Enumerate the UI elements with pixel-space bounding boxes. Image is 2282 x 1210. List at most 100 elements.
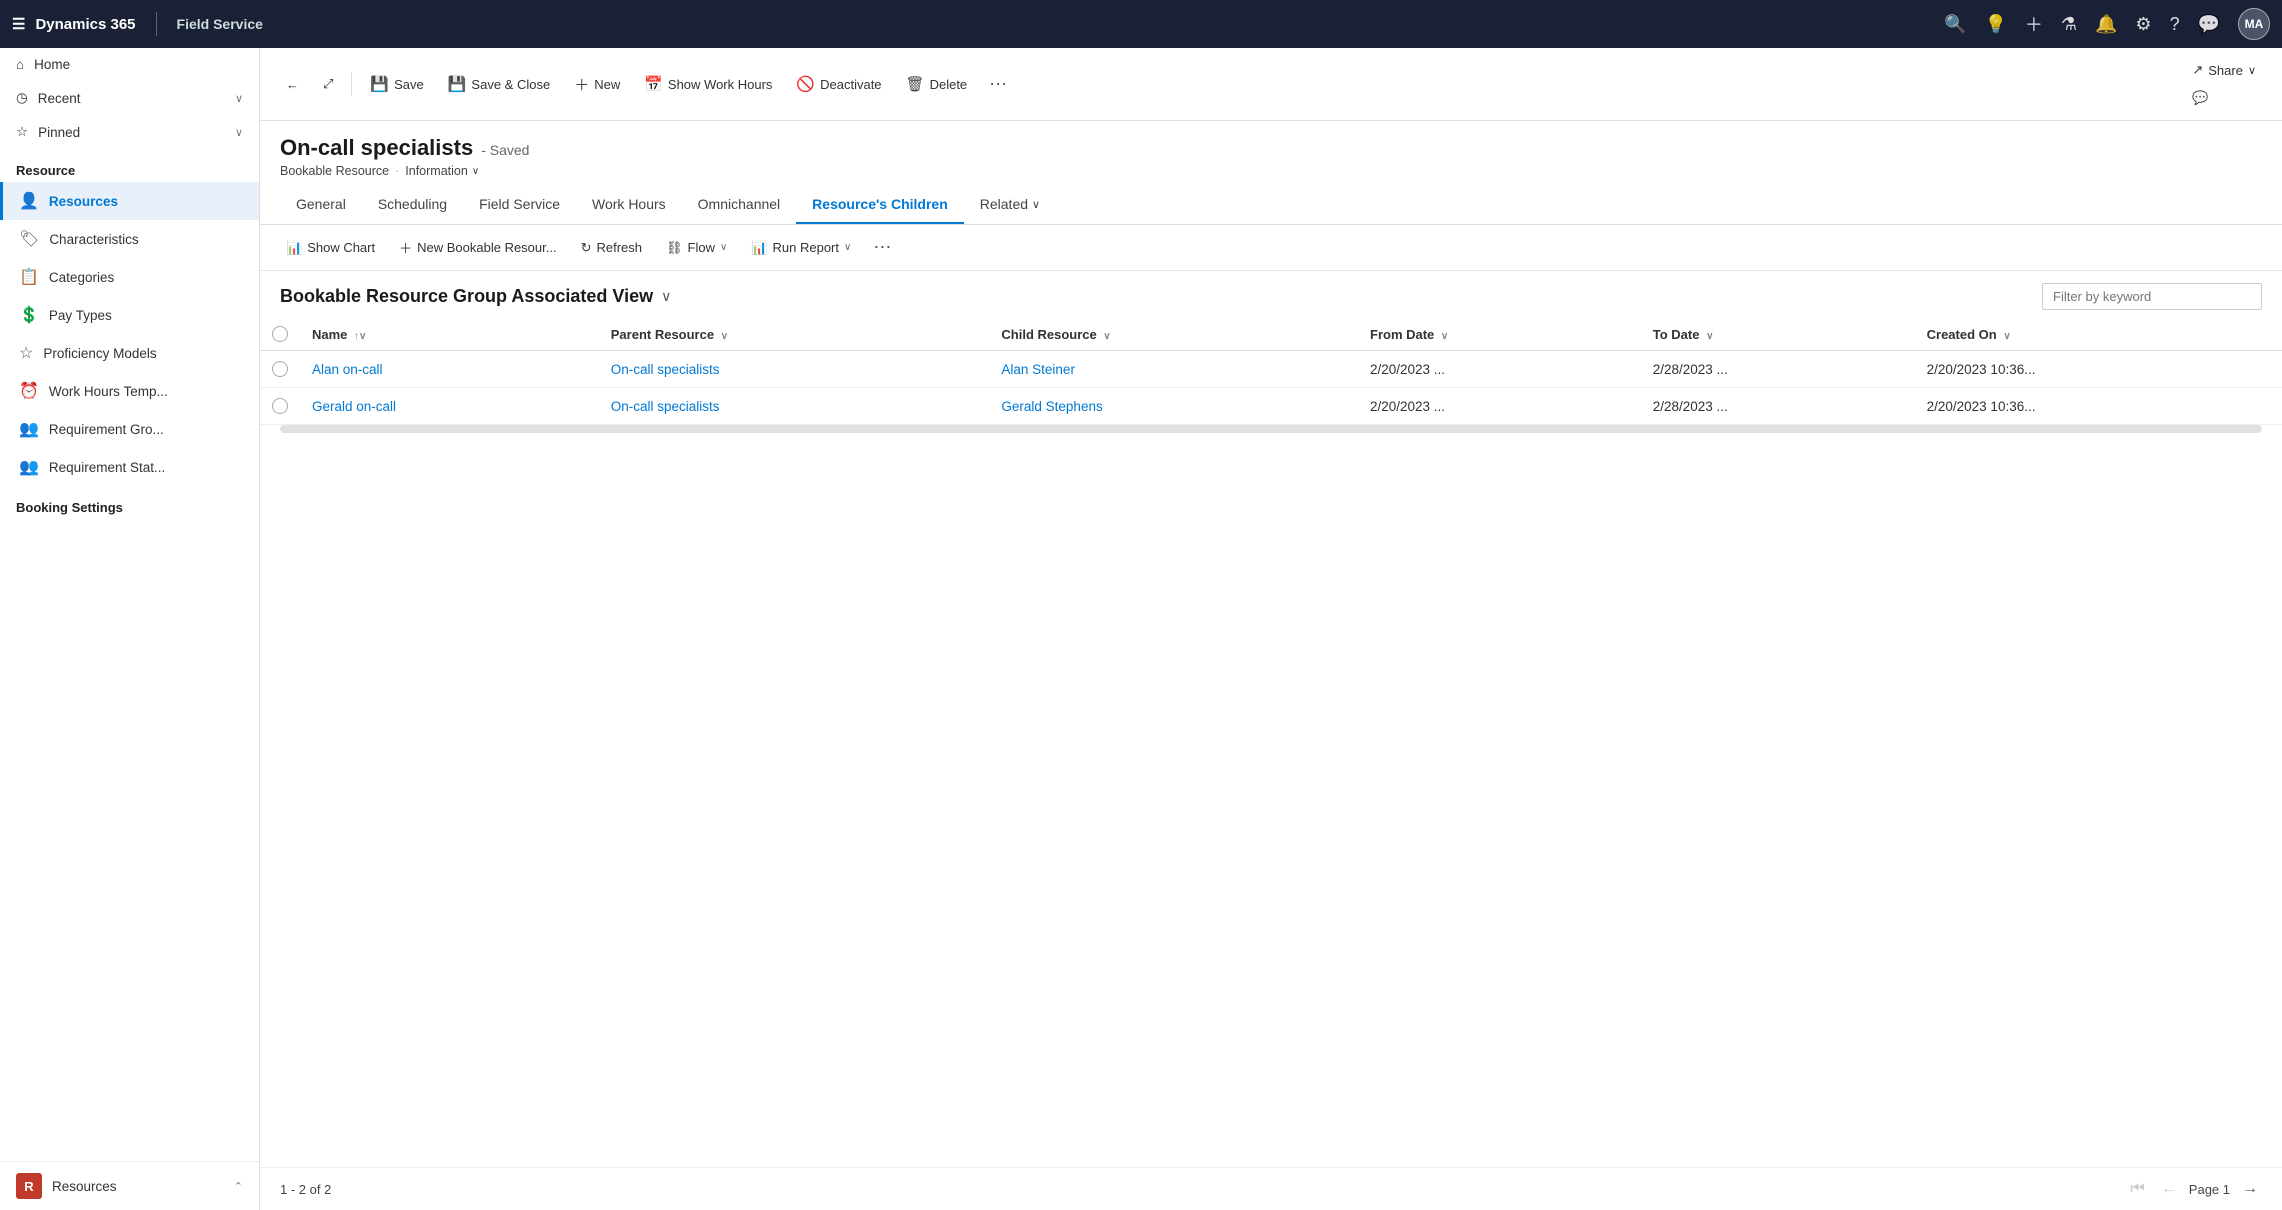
filter-input[interactable] — [2042, 283, 2262, 310]
tab-general[interactable]: General — [280, 186, 362, 224]
sub-toolbar-more-icon[interactable]: ⋯ — [865, 233, 899, 262]
deactivate-button[interactable]: 🚫 Deactivate — [786, 69, 891, 99]
new-button[interactable]: ＋ New — [564, 68, 630, 101]
row-parent-resource[interactable]: On-call specialists — [599, 388, 990, 425]
work-hours-icon: ⏰ — [19, 381, 39, 401]
col-to-date[interactable]: To Date ∨ — [1641, 318, 1915, 351]
sidebar-item-requirement-stat[interactable]: 👥 Requirement Stat... — [0, 448, 259, 486]
save-close-button[interactable]: 💾 Save & Close — [438, 69, 560, 99]
sidebar-bottom: R Resources ⌃ — [0, 1161, 259, 1210]
sidebar-pinned[interactable]: ☆ Pinned ∨ — [0, 115, 259, 149]
row-name[interactable]: Gerald on-call — [300, 388, 599, 425]
sidebar-bottom-resources[interactable]: R Resources ⌃ — [0, 1162, 259, 1210]
search-icon[interactable]: 🔍 — [1944, 14, 1966, 35]
row-child-resource[interactable]: Gerald Stephens — [989, 388, 1358, 425]
tab-scheduling[interactable]: Scheduling — [362, 186, 463, 224]
app-name: Field Service — [177, 16, 263, 32]
chat-toggle-button[interactable]: 💬 — [2182, 84, 2218, 112]
flow-button[interactable]: ⛓ Flow ∨ — [656, 235, 737, 261]
header-checkbox[interactable] — [272, 326, 288, 342]
row-child-resource[interactable]: Alan Steiner — [989, 351, 1358, 388]
back-button[interactable]: ← — [276, 71, 309, 98]
row-from-date: 2/20/2023 ... — [1358, 388, 1641, 425]
col-from-date[interactable]: From Date ∨ — [1358, 318, 1641, 351]
run-report-button[interactable]: 📊 Run Report ∨ — [741, 235, 861, 261]
chat-icon[interactable]: 💬 — [2198, 14, 2220, 35]
next-page-button[interactable]: → — [2238, 1178, 2262, 1200]
new-bookable-label: New Bookable Resour... — [417, 240, 556, 255]
bell-icon[interactable]: 🔔 — [2095, 14, 2117, 35]
first-page-button[interactable]: ⏮ — [2126, 1178, 2148, 1200]
recent-icon: ◷ — [16, 90, 28, 106]
row-to-date: 2/28/2023 ... — [1641, 351, 1915, 388]
col-name[interactable]: Name ↑∨ — [300, 318, 599, 351]
sidebar-item-proficiency-models[interactable]: ☆ Proficiency Models — [0, 334, 259, 372]
col-to-sort-icon: ∨ — [1706, 331, 1713, 342]
row-checkbox[interactable] — [272, 398, 288, 414]
col-created-on[interactable]: Created On ∨ — [1915, 318, 2282, 351]
breadcrumb-2-link[interactable]: Information ∨ — [405, 164, 479, 178]
tab-related-label: Related — [980, 196, 1028, 212]
breadcrumb-1[interactable]: Bookable Resource — [280, 164, 389, 178]
content-area: ← ⤢ 💾 Save 💾 Save & Close ＋ New 📅 Show W… — [260, 48, 2282, 1210]
hamburger-icon[interactable]: ☰ — [12, 15, 25, 33]
chat-toggle-icon: 💬 — [2192, 90, 2208, 106]
help-icon[interactable]: ? — [2170, 14, 2180, 35]
row-checkbox-cell[interactable] — [260, 388, 300, 425]
col-parent-resource[interactable]: Parent Resource ∨ — [599, 318, 990, 351]
new-icon: ＋ — [574, 74, 589, 95]
sidebar-item-pay-types[interactable]: 💲 Pay Types — [0, 296, 259, 334]
pagination-controls: ⏮ ← Page 1 → — [2126, 1178, 2262, 1200]
page-subtitle: Bookable Resource · Information ∨ — [280, 164, 2262, 178]
share-chevron-icon: ∨ — [2248, 64, 2256, 77]
row-checkbox[interactable] — [272, 361, 288, 377]
tab-field-service[interactable]: Field Service — [463, 186, 576, 224]
save-close-label: Save & Close — [471, 77, 550, 92]
row-parent-resource[interactable]: On-call specialists — [599, 351, 990, 388]
share-button[interactable]: ↗ Share ∨ — [2182, 56, 2266, 84]
row-name[interactable]: Alan on-call — [300, 351, 599, 388]
col-child-resource[interactable]: Child Resource ∨ — [989, 318, 1358, 351]
tab-work-hours[interactable]: Work Hours — [576, 186, 682, 224]
horizontal-scrollbar[interactable] — [280, 425, 2262, 433]
characteristics-icon: 🏷 — [19, 229, 39, 249]
row-checkbox-cell[interactable] — [260, 351, 300, 388]
back-icon: ← — [286, 77, 299, 92]
sidebar-item-characteristics[interactable]: 🏷 Characteristics — [0, 220, 259, 258]
show-work-hours-button[interactable]: 📅 Show Work Hours — [634, 69, 782, 99]
more-options-icon[interactable]: ⋯ — [981, 70, 1015, 99]
prev-page-button[interactable]: ← — [2157, 1178, 2181, 1200]
refresh-button[interactable]: ↻ Refresh — [571, 235, 652, 261]
avatar[interactable]: MA — [2238, 8, 2270, 40]
view-title-chevron-icon[interactable]: ∨ — [661, 288, 671, 305]
plus-icon[interactable]: ＋ — [2025, 11, 2043, 37]
show-chart-label: Show Chart — [307, 240, 375, 255]
delete-label: Delete — [930, 77, 968, 92]
select-all-header[interactable] — [260, 318, 300, 351]
new-bookable-button[interactable]: ＋ New Bookable Resour... — [389, 233, 566, 262]
tab-resources-children[interactable]: Resource's Children — [796, 186, 964, 224]
sidebar-item-resources[interactable]: 👤 Resources — [0, 182, 259, 220]
save-button[interactable]: 💾 Save — [360, 69, 433, 99]
sidebar-item-categories[interactable]: 📋 Categories — [0, 258, 259, 296]
show-chart-button[interactable]: 📊 Show Chart — [276, 235, 385, 261]
sidebar-item-work-hours-temp[interactable]: ⏰ Work Hours Temp... — [0, 372, 259, 410]
tab-omnichannel[interactable]: Omnichannel — [682, 186, 797, 224]
sidebar-recent[interactable]: ◷ Recent ∨ — [0, 81, 259, 115]
bottom-resources-icon: R — [16, 1173, 42, 1199]
settings-icon[interactable]: ⚙ — [2135, 14, 2151, 35]
sidebar-item-requirement-gro[interactable]: 👥 Requirement Gro... — [0, 410, 259, 448]
delete-button[interactable]: 🗑 Delete — [896, 69, 978, 99]
breadcrumb-chevron-icon: ∨ — [472, 166, 479, 177]
resources-icon: 👤 — [19, 191, 39, 211]
toolbar-right: ↗ Share ∨ 💬 — [2182, 56, 2266, 112]
sidebar-home[interactable]: ⌂ Home — [0, 48, 259, 81]
show-work-hours-label: Show Work Hours — [668, 77, 773, 92]
new-window-button[interactable]: ⤢ — [313, 70, 343, 98]
lightbulb-icon[interactable]: 💡 — [1984, 14, 2006, 35]
top-nav-icons: 🔍 💡 ＋ ⚗ 🔔 ⚙ ? 💬 MA — [1944, 8, 2270, 40]
pinned-chevron-icon: ∨ — [235, 126, 243, 139]
tab-related[interactable]: Related ∨ — [964, 186, 1056, 224]
filter-icon[interactable]: ⚗ — [2061, 14, 2077, 35]
pin-icon: ☆ — [16, 124, 28, 140]
